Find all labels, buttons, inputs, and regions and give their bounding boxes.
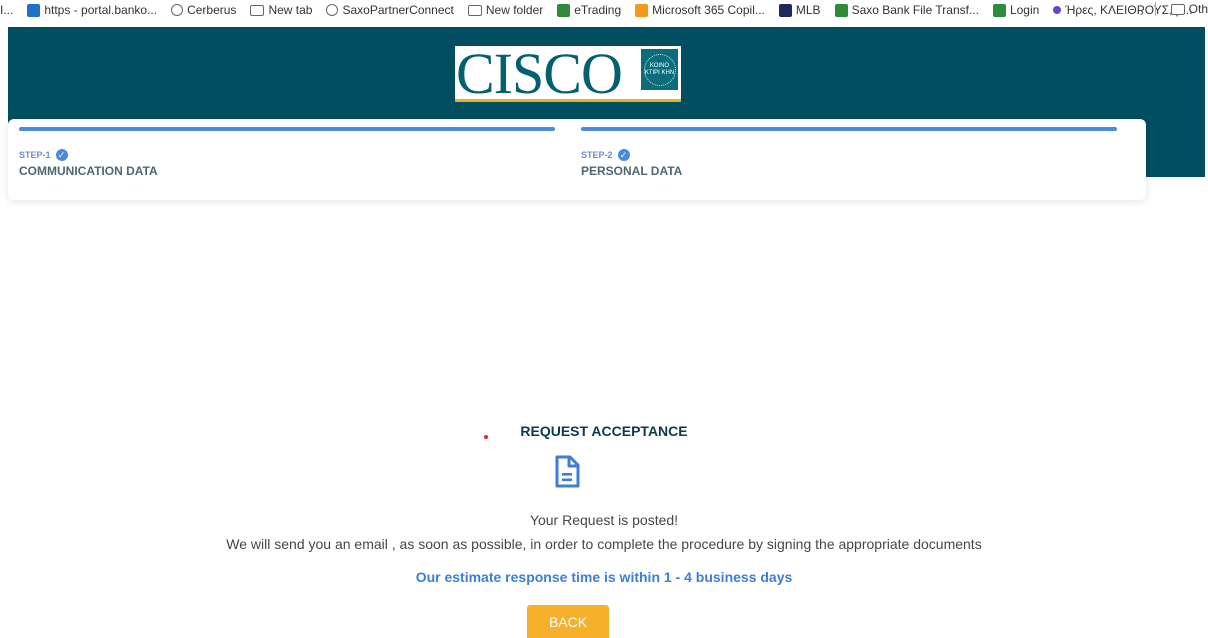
bookmark-label: Cerberus bbox=[187, 3, 237, 17]
bookmark-item[interactable]: Cerberus bbox=[171, 3, 236, 17]
saxo-icon bbox=[834, 3, 848, 17]
bookmark-label: https - portal.banko... bbox=[44, 3, 158, 17]
check-icon: ✓ bbox=[617, 149, 630, 161]
emblem-ring: ΚΟΙΝΟ ΚΤΙΡΙ ΚΗΝ bbox=[643, 53, 676, 86]
bookmark-label: Login bbox=[1009, 3, 1040, 17]
globe-icon bbox=[171, 4, 184, 16]
request-title: REQUEST ACCEPTANCE bbox=[520, 423, 688, 439]
document-icon bbox=[555, 455, 580, 488]
etrading-icon bbox=[557, 3, 571, 17]
step-title: PERSONAL DATA bbox=[581, 164, 683, 178]
folder-icon bbox=[467, 4, 482, 16]
portal-icon bbox=[27, 3, 41, 17]
other-bookmarks[interactable]: Oth bbox=[1170, 2, 1208, 16]
email-note: We will send you an email , as soon as p… bbox=[226, 536, 982, 552]
step-1: STEP-1 ✓ COMMUNICATION DATA bbox=[19, 119, 555, 200]
step-progress-bar bbox=[581, 127, 1117, 131]
mlb-icon bbox=[778, 3, 792, 17]
bookmark-label: New folder bbox=[485, 3, 544, 17]
steps-card: STEP-1 ✓ COMMUNICATION DATA STEP-2 ✓ PER… bbox=[8, 119, 1146, 200]
bookmark-item[interactable]: Login bbox=[992, 3, 1040, 17]
bookmark-label: New tab bbox=[268, 3, 313, 17]
new-tab-icon bbox=[250, 4, 265, 16]
bookmarks-bar: I... https - portal.banko... Cerberus Ne… bbox=[0, 0, 1208, 24]
bookmark-label: Microsoft 365 Copil... bbox=[652, 3, 765, 17]
bookmark-label: Saxo Bank File Transf... bbox=[851, 3, 979, 17]
bookmark-item[interactable]: SaxoPartnerConnect bbox=[326, 3, 454, 17]
bookmark-item[interactable]: New folder bbox=[467, 3, 544, 17]
folder-icon bbox=[1170, 3, 1185, 15]
bookmark-item[interactable]: I... bbox=[0, 3, 13, 17]
bookmark-item[interactable]: Saxo Bank File Transf... bbox=[834, 3, 979, 17]
step-number-label: STEP-1 bbox=[19, 150, 51, 160]
login-icon bbox=[992, 3, 1006, 17]
bookmark-item[interactable]: https - portal.banko... bbox=[27, 3, 157, 17]
bookmark-label: I... bbox=[0, 3, 14, 17]
bookmark-item[interactable]: MLB bbox=[778, 3, 821, 17]
step-number-label: STEP-2 bbox=[581, 150, 613, 160]
globe-icon bbox=[326, 4, 339, 16]
step-title: COMMUNICATION DATA bbox=[19, 164, 158, 178]
chevron-right-icon[interactable]: › bbox=[1140, 4, 1144, 19]
dot-icon bbox=[1053, 6, 1062, 14]
logo-text: CISCO bbox=[456, 41, 623, 106]
logo: CISCO ΚΟΙΝΟ ΚΤΙΡΙ ΚΗΝ bbox=[455, 41, 681, 106]
emblem-icon: ΚΟΙΝΟ ΚΤΙΡΙ ΚΗΝ bbox=[641, 49, 678, 90]
office-icon bbox=[635, 3, 649, 17]
other-bookmarks-label: Oth bbox=[1188, 2, 1208, 16]
estimate-message: Our estimate response time is within 1 -… bbox=[415, 569, 793, 585]
check-icon: ✓ bbox=[55, 149, 68, 161]
step-2: STEP-2 ✓ PERSONAL DATA bbox=[581, 119, 1117, 200]
posted-message: Your Request is posted! bbox=[529, 512, 679, 528]
back-button[interactable]: BACK bbox=[527, 605, 609, 638]
step-number: STEP-2 ✓ bbox=[581, 149, 630, 161]
bookmark-item[interactable]: New tab bbox=[250, 3, 312, 17]
bookmark-item[interactable]: eTrading bbox=[557, 3, 621, 17]
bookmark-label: MLB bbox=[795, 3, 821, 17]
bookmark-label: SaxoPartnerConnect bbox=[342, 3, 454, 17]
step-number: STEP-1 ✓ bbox=[19, 149, 68, 161]
bookmark-item[interactable]: Microsoft 365 Copil... bbox=[635, 3, 765, 17]
bookmark-label: eTrading bbox=[574, 3, 622, 17]
bookmark-divider bbox=[1155, 2, 1156, 16]
step-progress-bar bbox=[19, 127, 555, 131]
